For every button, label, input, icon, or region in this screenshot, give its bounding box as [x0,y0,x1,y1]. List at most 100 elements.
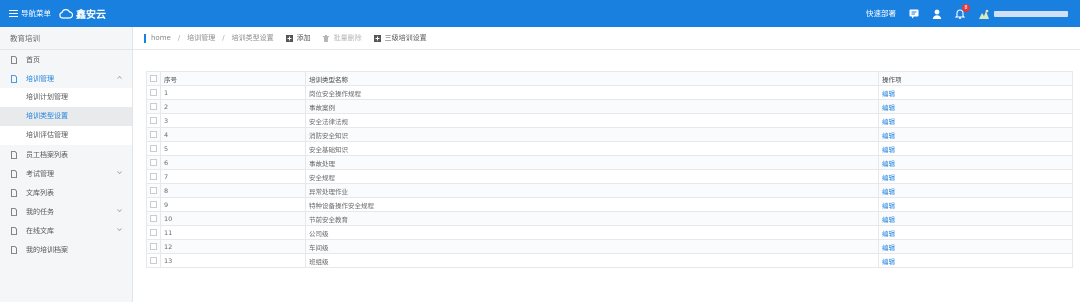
nav-menu-label: 导航菜单 [21,9,51,18]
edit-link[interactable]: 编辑 [878,197,1073,212]
edit-link[interactable]: 编辑 [878,113,1073,128]
row-checkbox[interactable] [150,89,157,96]
document-icon [11,226,17,235]
edit-link[interactable]: 编辑 [878,239,1073,254]
batch-delete-button[interactable]: 批量删除 [323,33,362,43]
edit-link[interactable]: 编辑 [878,225,1073,240]
nav-menu-toggle[interactable]: 导航菜单 [9,8,51,19]
document-icon [11,55,17,64]
row-type-name: 事故案例 [305,99,879,114]
row-checkbox[interactable] [150,103,157,110]
table-header-row: 序号 培训类型名称 操作项 [146,71,1073,86]
sidebar-item-training-type[interactable]: 培训类型设置 [0,107,132,126]
row-number: 11 [160,225,306,240]
row-checkbox[interactable] [150,229,157,236]
column-header-name: 培训类型名称 [305,71,879,86]
table-row: 13 班组级 编辑 [146,253,1073,268]
sidebar-item-label: 首页 [26,55,40,64]
row-number: 4 [160,127,306,142]
edit-link[interactable]: 编辑 [878,169,1073,184]
edit-link[interactable]: 编辑 [878,99,1073,114]
sidebar-item-home[interactable]: 首页 [0,50,132,69]
chevron-down-icon [117,228,122,231]
sidebar-item-training-evaluation[interactable]: 培训评估管理 [0,126,132,145]
table-row: 11 公司级 编辑 [146,225,1073,240]
row-checkbox[interactable] [150,173,157,180]
chevron-up-icon [117,76,122,79]
row-number: 12 [160,239,306,254]
breadcrumb: home / 培训管理 / 培训类型设置 [151,33,274,43]
avatar[interactable] [978,8,990,20]
row-checkbox[interactable] [150,201,157,208]
trash-icon [323,34,330,42]
add-button[interactable]: 添加 [285,33,311,43]
sidebar-title: 教育培训 [0,27,132,50]
sidebar-item-employee-records[interactable]: 员工档案列表 [0,145,132,164]
row-type-name: 消防安全知识 [305,127,879,142]
row-checkbox[interactable] [150,187,157,194]
row-number: 9 [160,197,306,212]
document-icon [11,74,17,83]
row-select-cell [146,141,161,156]
document-icon [11,245,17,254]
sidebar-item-training-plan[interactable]: 培训计划管理 [0,88,132,107]
row-select-cell [146,85,161,100]
breadcrumb-training-management[interactable]: 培训管理 [187,33,215,43]
sidebar-item-training-management[interactable]: 培训管理 [0,69,132,88]
table-row: 12 车间级 编辑 [146,239,1073,254]
row-type-name: 岗位安全操作规程 [305,85,879,100]
row-type-name: 公司级 [305,225,879,240]
row-number: 7 [160,169,306,184]
row-checkbox[interactable] [150,145,157,152]
table-body: 1 岗位安全操作规程 编辑 2 事故案例 编辑 3 安全法律法规 编辑 4 消防安全知识 编辑 5 安全基… [146,85,1073,268]
row-checkbox[interactable] [150,243,157,250]
edit-link[interactable]: 编辑 [878,141,1073,156]
batch-delete-label: 批量删除 [333,34,362,42]
training-submenu: 培训计划管理 培训类型设置 培训评估管理 [0,88,132,145]
breadcrumb-current: 培训类型设置 [231,34,274,42]
add-button-label: 添加 [296,34,311,42]
document-icon [11,150,17,159]
row-checkbox[interactable] [150,159,157,166]
breadcrumb-separator: / [177,34,181,42]
sidebar-item-exam-management[interactable]: 考试管理 [0,164,132,183]
row-type-name: 班组级 [305,253,879,268]
row-type-name: 特种设备操作安全规程 [305,197,879,212]
sidebar-item-label: 文库列表 [26,188,54,197]
message-icon[interactable] [909,9,919,19]
sidebar-menu: 首页 培训管理 培训计划管理 培训类型设置 培训评估管理 员工档案列表 考试管理… [0,50,132,259]
bell-icon[interactable]: 8 [955,3,970,19]
user-icon[interactable] [932,9,942,19]
user-name-masked[interactable] [994,10,1068,17]
sidebar-item-label: 培训管理 [26,74,54,83]
row-type-name: 安全规程 [305,169,879,184]
edit-link[interactable]: 编辑 [878,211,1073,226]
row-number: 8 [160,183,306,198]
select-all-checkbox[interactable] [150,75,157,82]
column-header-no: 序号 [160,71,306,86]
edit-link[interactable]: 编辑 [878,183,1073,198]
sidebar-item-my-training-records[interactable]: 我的培训档案 [0,240,132,259]
sidebar-item-label: 我的任务 [26,207,54,216]
edit-link[interactable]: 编辑 [878,127,1073,142]
edit-link[interactable]: 编辑 [878,253,1073,268]
row-select-cell [146,225,161,240]
edit-link[interactable]: 编辑 [878,85,1073,100]
level3-settings-label: 三级培训设置 [384,34,427,42]
quick-deploy-link[interactable]: 快速部署 [866,8,896,19]
row-checkbox[interactable] [150,131,157,138]
row-type-name: 安全法律法规 [305,113,879,128]
row-type-name: 车间级 [305,239,879,254]
sidebar-item-library-list[interactable]: 文库列表 [0,183,132,202]
row-checkbox[interactable] [150,215,157,222]
edit-link[interactable]: 编辑 [878,155,1073,170]
breadcrumb-home[interactable]: home [151,34,171,42]
sidebar-item-online-library[interactable]: 在线文库 [0,221,132,240]
breadcrumb-marker [144,33,146,43]
table-row: 6 事故处理 编辑 [146,155,1073,170]
row-checkbox[interactable] [150,257,157,264]
sidebar-item-label: 我的培训档案 [26,245,68,254]
level3-settings-button[interactable]: 三级培训设置 [373,33,427,43]
row-checkbox[interactable] [150,117,157,124]
sidebar-item-my-tasks[interactable]: 我的任务 [0,202,132,221]
